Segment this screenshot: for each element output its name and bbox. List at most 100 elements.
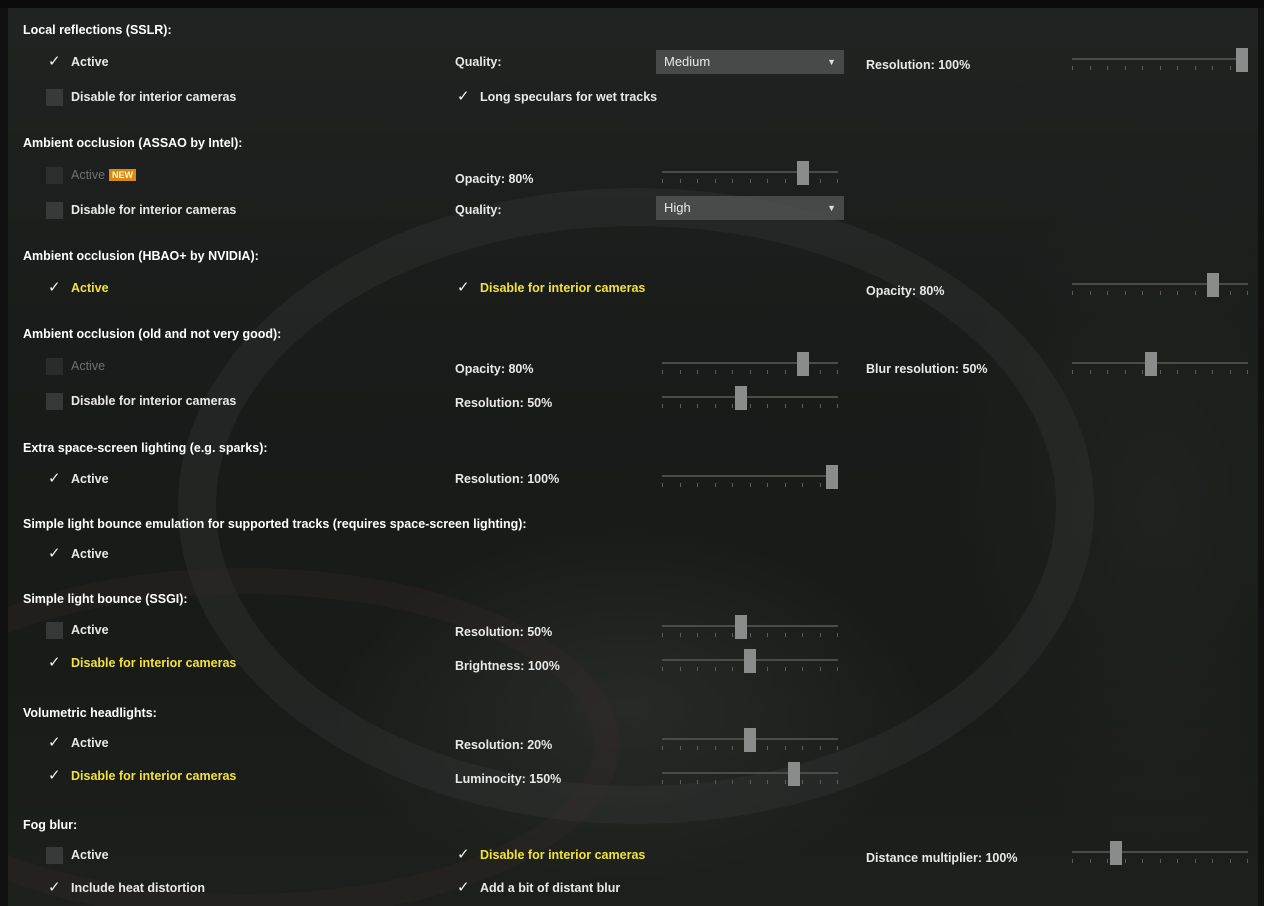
slider-tick [1229, 370, 1231, 374]
checkbox-label: Add a bit of distant blur [480, 881, 621, 895]
slider-thumb[interactable] [735, 615, 748, 639]
fog-heat-distortion-checkbox[interactable]: ✓ Include heat distortion [46, 878, 205, 898]
check-icon: ✓ [48, 277, 61, 296]
slider-tick [1124, 66, 1126, 70]
volumetric-luminocity-slider[interactable] [662, 762, 838, 788]
slider-tick [784, 667, 786, 671]
select-value: Medium [664, 54, 711, 69]
slider-thumb[interactable] [796, 352, 809, 376]
sslr-long-speculars-checkbox[interactable]: ✓ Long speculars for wet tracks [455, 87, 657, 107]
slider-tick [1229, 291, 1231, 295]
assao-active-checkbox[interactable]: Active NEW [46, 165, 137, 185]
sslr-disable-interior-checkbox[interactable]: Disable for interior cameras [46, 87, 236, 107]
slider-tick [784, 780, 786, 784]
slider-tick [1089, 370, 1091, 374]
oldao-active-checkbox[interactable]: Active [46, 356, 105, 376]
ssgi-resolution-slider[interactable] [662, 615, 838, 641]
sslr-resolution-slider[interactable] [1072, 48, 1248, 74]
slider-tick [784, 404, 786, 408]
volumetric-disable-interior-checkbox[interactable]: ✓ Disable for interior cameras [46, 766, 236, 786]
fog-distant-blur-checkbox[interactable]: ✓ Add a bit of distant blur [455, 878, 620, 898]
hbao-disable-interior-checkbox[interactable]: ✓ Disable for interior cameras [455, 278, 645, 298]
slider-tick [732, 667, 733, 671]
ssgi-brightness-label: Brightness: 100% [455, 659, 560, 673]
slider-tick [697, 633, 698, 637]
assao-disable-interior-checkbox[interactable]: Disable for interior cameras [46, 200, 236, 220]
checkbox-box: ✓ [455, 87, 472, 106]
ssgi-brightness-slider[interactable] [662, 649, 838, 675]
slider-thumb[interactable] [744, 728, 756, 752]
slider-tick [679, 370, 681, 374]
checkbox-box [46, 846, 63, 864]
section-title-hbao: Ambient occlusion (HBAO+ by NVIDIA): [23, 249, 259, 263]
slider-thumb[interactable] [826, 465, 838, 489]
checkbox-label: Disable for interior cameras [71, 769, 237, 783]
top-bar [0, 0, 1264, 8]
checkbox-label: Disable for interior cameras [71, 203, 237, 217]
slider-tick [1072, 859, 1073, 863]
slider-tick [679, 404, 681, 408]
slider-tick [1142, 291, 1143, 295]
oldao-blur-resolution-slider[interactable] [1072, 352, 1248, 378]
slider-tick [662, 179, 663, 183]
slider-tick [819, 483, 821, 487]
checkbox-label: Active [71, 55, 109, 69]
bounce-emul-active-checkbox[interactable]: ✓ Active [46, 544, 109, 564]
sslr-quality-select[interactable]: Medium ▼ [656, 50, 844, 74]
sslr-active-checkbox[interactable]: ✓ Active [46, 52, 109, 72]
assao-quality-label: Quality: [455, 203, 502, 217]
slider-track [1072, 58, 1248, 60]
slider-thumb[interactable] [1110, 841, 1122, 865]
slider-thumb[interactable] [1236, 48, 1248, 72]
hbao-active-checkbox[interactable]: ✓ Active [46, 278, 109, 298]
ssgi-active-checkbox[interactable]: Active [46, 620, 109, 640]
slider-track [662, 475, 838, 477]
checkbox-label: Disable for interior cameras [71, 656, 237, 670]
slider-track [662, 396, 838, 398]
slider-thumb[interactable] [796, 161, 809, 185]
slider-tick [714, 633, 716, 637]
slider-tick [662, 483, 663, 487]
slider-tick [802, 780, 803, 784]
volumetric-resolution-slider[interactable] [662, 728, 838, 754]
slider-tick [1107, 370, 1108, 374]
slider-tick [767, 370, 768, 374]
slider-tick [697, 370, 698, 374]
checkbox-label: Active [71, 359, 106, 373]
extra-resolution-slider[interactable] [662, 465, 838, 491]
assao-opacity-slider[interactable] [662, 161, 838, 187]
slider-thumb[interactable] [1206, 273, 1219, 297]
slider-thumb[interactable] [1145, 352, 1158, 376]
slider-tick [1229, 859, 1231, 863]
hbao-opacity-slider[interactable] [1072, 273, 1248, 299]
select-value: High [664, 200, 691, 215]
slider-thumb[interactable] [788, 762, 800, 786]
slider-thumb[interactable] [744, 649, 756, 673]
slider-ticks [1072, 291, 1248, 295]
checkbox-label: Active [71, 623, 109, 637]
ssgi-disable-interior-checkbox[interactable]: ✓ Disable for interior cameras [46, 653, 236, 673]
slider-tick [732, 746, 733, 750]
oldao-disable-interior-checkbox[interactable]: Disable for interior cameras [46, 391, 236, 411]
fog-distance-slider[interactable] [1072, 841, 1248, 867]
check-icon: ✓ [457, 277, 470, 296]
slider-tick [819, 780, 821, 784]
hbao-opacity-label: Opacity: 80% [866, 284, 945, 298]
oldao-resolution-slider[interactable] [662, 386, 838, 412]
volumetric-active-checkbox[interactable]: ✓ Active [46, 733, 109, 753]
fog-distance-label: Distance multiplier: 100% [866, 851, 1018, 865]
checkbox-box: ✓ [455, 277, 472, 297]
slider-tick [697, 780, 698, 784]
volumetric-resolution-label: Resolution: 20% [455, 738, 553, 752]
extra-active-checkbox[interactable]: ✓ Active [46, 469, 109, 489]
slider-tick [767, 483, 768, 487]
checkbox-label: Disable for interior cameras [480, 281, 646, 295]
slider-tick [1107, 291, 1108, 295]
fog-active-checkbox[interactable]: Active [46, 845, 109, 865]
oldao-opacity-slider[interactable] [662, 352, 838, 378]
fog-disable-interior-checkbox[interactable]: ✓ Disable for interior cameras [455, 845, 645, 865]
slider-ticks [662, 179, 838, 183]
assao-quality-select[interactable]: High ▼ [656, 196, 844, 220]
slider-thumb[interactable] [735, 386, 748, 410]
right-border [1258, 8, 1264, 906]
